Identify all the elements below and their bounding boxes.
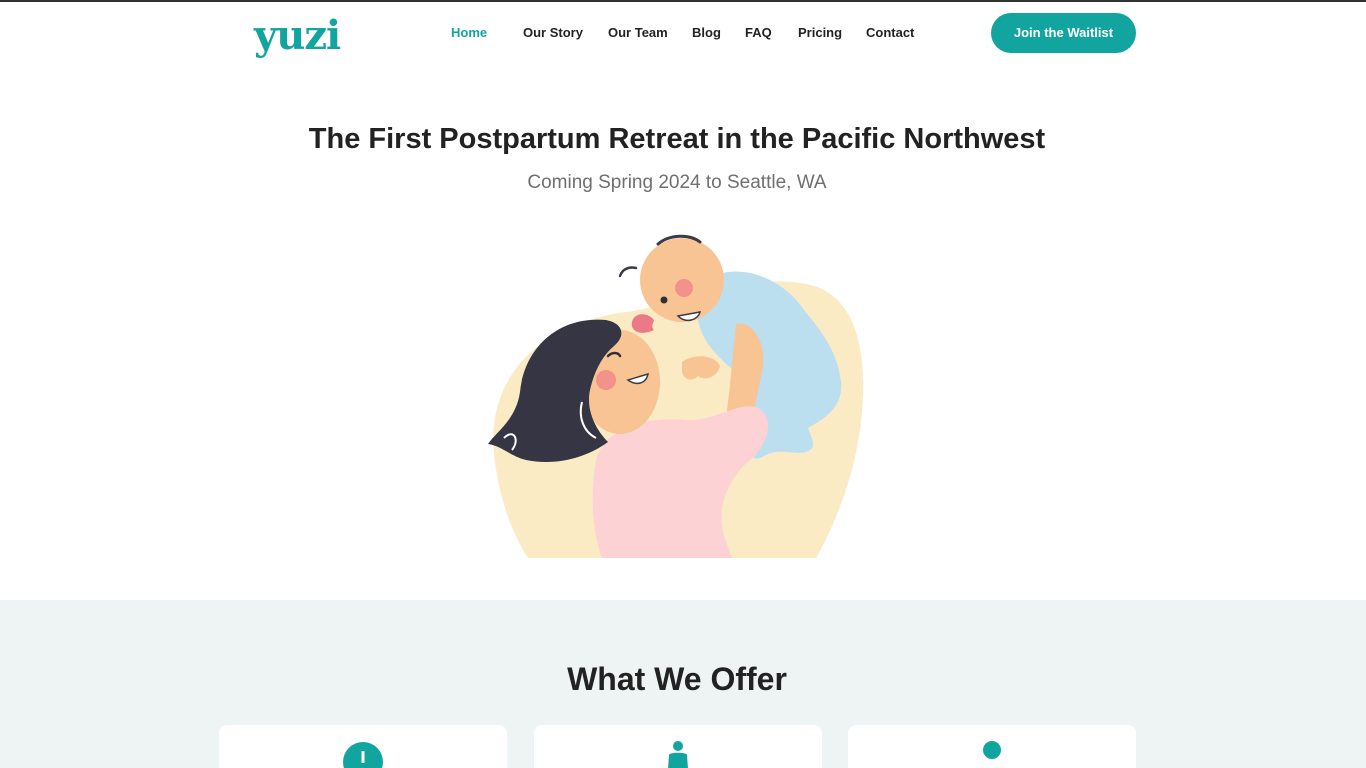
nav-contact[interactable]: Contact bbox=[866, 25, 914, 41]
what-we-offer-section: What We Offer bbox=[0, 600, 1366, 768]
person-icon bbox=[663, 741, 693, 768]
nav-home[interactable]: Home bbox=[451, 25, 487, 41]
nav-our-story[interactable]: Our Story bbox=[523, 25, 583, 41]
nav-our-team[interactable]: Our Team bbox=[608, 25, 668, 41]
user-icon bbox=[974, 741, 1010, 768]
main-nav: Home Our Story Our Team Blog FAQ Pricing… bbox=[0, 2, 1366, 66]
offer-card-3[interactable] bbox=[848, 725, 1136, 768]
site-header: yuzi Home Our Story Our Team Blog FAQ Pr… bbox=[0, 2, 1366, 66]
nav-blog[interactable]: Blog bbox=[692, 25, 721, 41]
offer-card-1[interactable] bbox=[219, 725, 507, 768]
clock-icon bbox=[342, 741, 384, 768]
hero-subtitle: Coming Spring 2024 to Seattle, WA bbox=[527, 172, 827, 193]
mother-baby-illustration bbox=[486, 232, 868, 560]
nav-faq[interactable]: FAQ bbox=[745, 25, 772, 41]
hero-title: The First Postpartum Retreat in the Paci… bbox=[308, 123, 1046, 155]
join-waitlist-button[interactable]: Join the Waitlist bbox=[991, 13, 1136, 53]
nav-pricing[interactable]: Pricing bbox=[798, 25, 842, 41]
offer-title: What We Offer bbox=[567, 661, 787, 697]
offer-card-2[interactable] bbox=[534, 725, 822, 768]
